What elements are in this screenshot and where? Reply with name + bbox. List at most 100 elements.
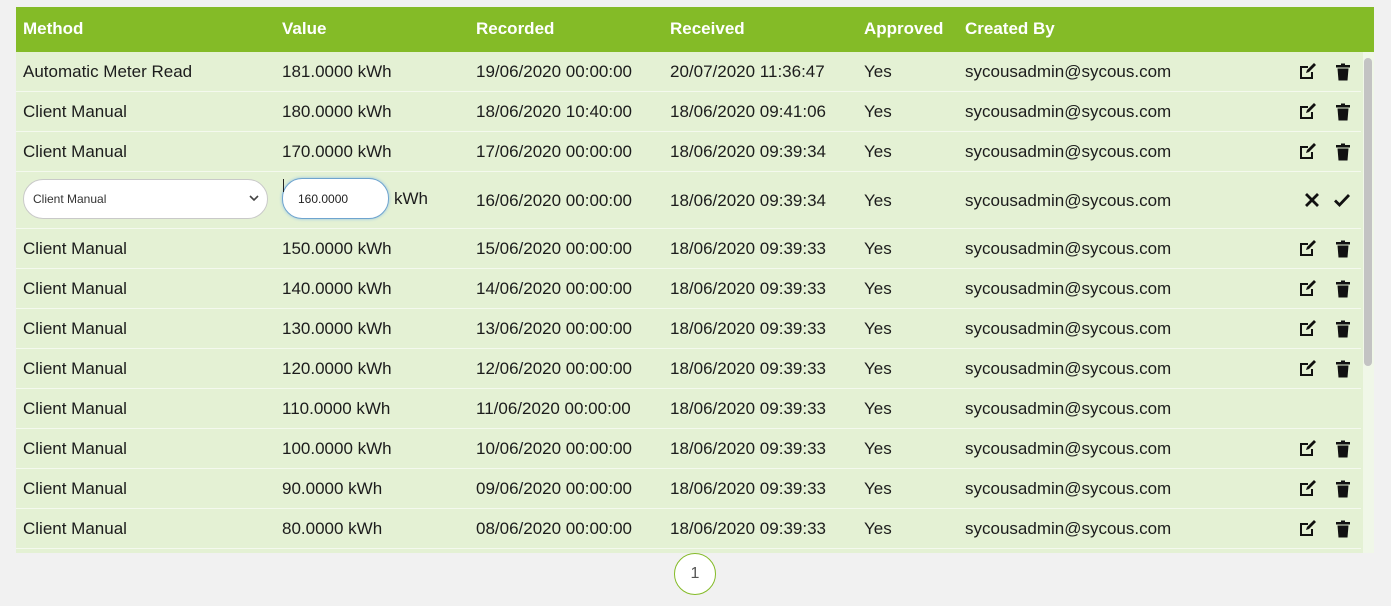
cell-recorded: 18/06/2020 10:40:00 (476, 102, 632, 121)
trash-icon[interactable] (1333, 142, 1353, 162)
trash-icon[interactable] (1333, 62, 1353, 82)
edit-icon[interactable] (1297, 519, 1317, 539)
cell-method: Client Manual (23, 279, 127, 298)
method-select[interactable]: Client Manual (23, 179, 268, 219)
cell-value: 180.0000 kWh (282, 102, 392, 121)
cell-created-by: sycousadmin@sycous.com (965, 142, 1172, 161)
cell-recorded: 13/06/2020 00:00:00 (476, 319, 632, 338)
column-header-method[interactable]: Method (23, 19, 83, 39)
column-header-created-by[interactable]: Created By (965, 19, 1055, 39)
cell-received: 18/06/2020 09:39:33 (670, 239, 826, 258)
cell-received: 18/06/2020 09:39:33 (670, 399, 826, 418)
table-row[interactable]: Client Manual 180.0000 kWh 18/06/2020 10:… (16, 92, 1361, 132)
cell-method: Client Manual (23, 239, 127, 258)
cell-created-by: sycousadmin@sycous.com (965, 479, 1172, 498)
table-row[interactable]: Client Manual 140.0000 kWh 14/06/2020 00:… (16, 269, 1361, 309)
check-icon[interactable] (1332, 190, 1352, 210)
value-input[interactable]: 160.0000 (282, 178, 389, 219)
trash-icon[interactable] (1333, 102, 1353, 122)
vertical-scrollbar[interactable] (1363, 52, 1374, 553)
cell-recorded: 16/06/2020 00:00:00 (476, 191, 632, 210)
grid-header: Method Value Recorded Received Approved … (16, 7, 1374, 52)
column-header-received[interactable]: Received (670, 19, 745, 39)
cell-method: Client Manual (23, 142, 127, 161)
grid-body: Automatic Meter Read 181.0000 kWh 19/06/2… (16, 52, 1361, 553)
scrollbar-thumb[interactable] (1364, 58, 1372, 366)
cell-created-by: sycousadmin@sycous.com (965, 439, 1172, 458)
cell-approved: Yes (864, 399, 892, 418)
trash-icon[interactable] (1333, 359, 1353, 379)
cell-value: 140.0000 kWh (282, 279, 392, 298)
cell-method: Client Manual (23, 399, 127, 418)
table-row-editing[interactable]: Client Manual 160.0000 kWh 16/06/2020 00:… (16, 172, 1361, 229)
table-row[interactable]: Client Manual 130.0000 kWh 13/06/2020 00:… (16, 309, 1361, 349)
cell-value: 90.0000 kWh (282, 479, 383, 498)
table-row[interactable]: Client Manual 110.0000 kWh 11/06/2020 00:… (16, 389, 1361, 429)
cell-method: Client Manual (23, 359, 127, 378)
cell-value: 110.0000 kWh (282, 399, 391, 418)
trash-icon[interactable] (1333, 319, 1353, 339)
cell-recorded: 14/06/2020 00:00:00 (476, 279, 632, 298)
edit-icon[interactable] (1297, 279, 1317, 299)
cell-recorded: 17/06/2020 00:00:00 (476, 142, 632, 161)
cell-approved: Yes (864, 479, 892, 498)
table-row[interactable]: Client Manual 120.0000 kWh 12/06/2020 00:… (16, 349, 1361, 389)
cell-approved: Yes (864, 142, 892, 161)
cell-received: 18/06/2020 09:39:33 (670, 519, 826, 538)
cell-recorded: 08/06/2020 00:00:00 (476, 519, 632, 538)
page-button-1[interactable]: 1 (674, 553, 716, 595)
value-unit: kWh (394, 189, 428, 208)
cell-received: 18/06/2020 09:39:33 (670, 319, 826, 338)
table-row[interactable]: Client Manual 80.0000 kWh 08/06/2020 00:0… (16, 509, 1361, 549)
cell-value: 100.0000 kWh (282, 439, 392, 458)
cell-method: Client Manual (23, 319, 127, 338)
cell-value: 150.0000 kWh (282, 239, 392, 258)
table-row[interactable]: Client Manual 170.0000 kWh 17/06/2020 00:… (16, 132, 1361, 172)
cell-created-by: sycousadmin@sycous.com (965, 279, 1172, 298)
edit-icon[interactable] (1297, 62, 1317, 82)
cell-recorded: 10/06/2020 00:00:00 (476, 439, 632, 458)
cell-approved: Yes (864, 279, 892, 298)
cell-received: 18/06/2020 09:39:33 (670, 479, 826, 498)
cell-approved: Yes (864, 191, 892, 210)
cell-received: 18/06/2020 09:39:34 (670, 142, 826, 161)
table-row[interactable]: Client Manual 90.0000 kWh 09/06/2020 00:0… (16, 469, 1361, 509)
cell-received: 18/06/2020 09:39:33 (670, 359, 826, 378)
cell-approved: Yes (864, 239, 892, 258)
column-header-value[interactable]: Value (282, 19, 326, 39)
cell-recorded: 15/06/2020 00:00:00 (476, 239, 632, 258)
edit-icon[interactable] (1297, 479, 1317, 499)
edit-icon[interactable] (1297, 142, 1317, 162)
column-header-recorded[interactable]: Recorded (476, 19, 554, 39)
cell-method: Client Manual (23, 102, 127, 121)
column-header-approved[interactable]: Approved (864, 19, 943, 39)
edit-icon[interactable] (1297, 359, 1317, 379)
chevron-down-icon (247, 191, 261, 205)
table-row[interactable]: Client Manual 150.0000 kWh 15/06/2020 00:… (16, 229, 1361, 269)
table-row[interactable]: Client Manual 100.0000 kWh 10/06/2020 00:… (16, 429, 1361, 469)
cell-created-by: sycousadmin@sycous.com (965, 359, 1172, 378)
edit-icon[interactable] (1297, 319, 1317, 339)
trash-icon[interactable] (1333, 279, 1353, 299)
trash-icon[interactable] (1333, 239, 1353, 259)
text-caret (283, 179, 284, 192)
edit-icon[interactable] (1297, 102, 1317, 122)
cell-created-by: sycousadmin@sycous.com (965, 62, 1172, 81)
table-row[interactable]: Automatic Meter Read 181.0000 kWh 19/06/2… (16, 52, 1361, 92)
trash-icon[interactable] (1333, 519, 1353, 539)
cell-recorded: 09/06/2020 00:00:00 (476, 479, 632, 498)
cell-created-by: sycousadmin@sycous.com (965, 399, 1172, 418)
cell-received: 20/07/2020 11:36:47 (670, 62, 825, 81)
close-icon[interactable] (1302, 190, 1322, 210)
cell-value: 170.0000 kWh (282, 142, 392, 161)
value-input-text: 160.0000 (298, 192, 349, 206)
cell-value: 181.0000 kWh (282, 62, 392, 81)
trash-icon[interactable] (1333, 479, 1353, 499)
cell-received: 18/06/2020 09:39:33 (670, 439, 826, 458)
edit-icon[interactable] (1297, 239, 1317, 259)
cell-approved: Yes (864, 359, 892, 378)
trash-icon[interactable] (1333, 439, 1353, 459)
cell-approved: Yes (864, 102, 892, 121)
cell-created-by: sycousadmin@sycous.com (965, 239, 1172, 258)
edit-icon[interactable] (1297, 439, 1317, 459)
